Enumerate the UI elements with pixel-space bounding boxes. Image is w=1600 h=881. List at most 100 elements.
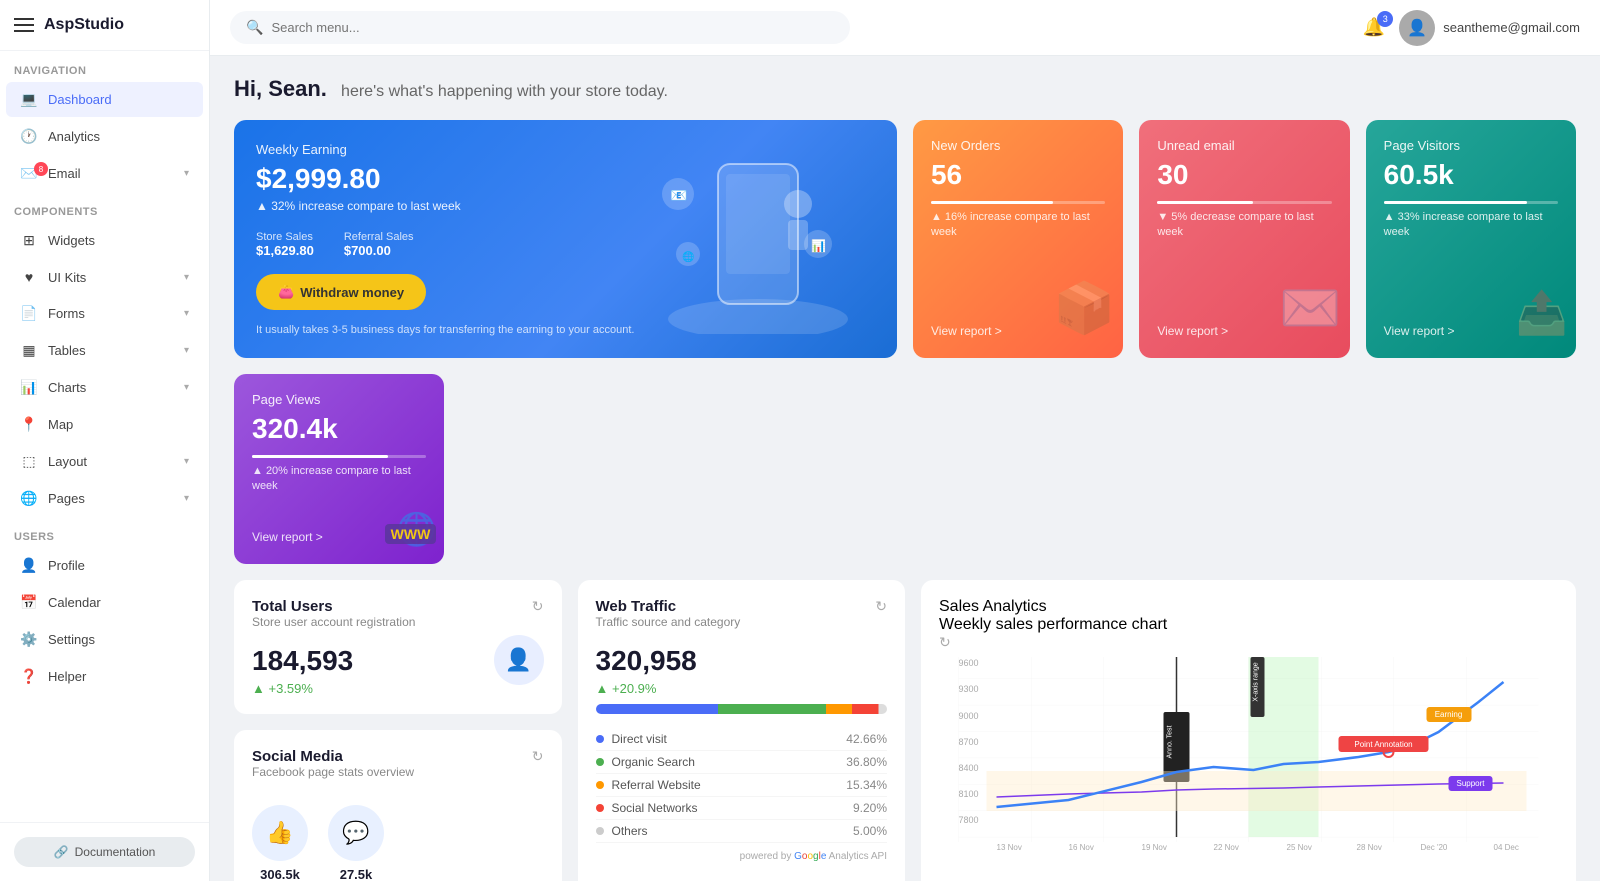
unread-email-change: ▼ 5% decrease compare to last week — [1157, 210, 1331, 241]
sidebar-item-analytics[interactable]: 🕐 Analytics — [6, 119, 203, 154]
sidebar-item-uikits[interactable]: ♥ UI Kits ▾ — [6, 260, 203, 294]
sidebar-header: AspStudio — [0, 0, 209, 51]
withdraw-button[interactable]: 👛 Withdraw money — [256, 274, 426, 310]
page-views-link[interactable]: View report > — [252, 530, 323, 544]
web-traffic-title: Web Traffic — [596, 598, 741, 615]
sidebar-item-helper[interactable]: ❓ Helper — [6, 659, 203, 694]
web-traffic-titles: Web Traffic Traffic source and category — [596, 598, 741, 641]
chevron-icon: ▾ — [184, 456, 189, 467]
notification-button[interactable]: 🔔 3 — [1363, 17, 1385, 38]
sidebar-item-dashboard[interactable]: 💻 Dashboard — [6, 82, 203, 117]
sidebar-item-widgets[interactable]: ⊞ Widgets — [6, 223, 203, 258]
new-orders-link[interactable]: View report > — [931, 324, 1002, 338]
sales-refresh[interactable]: ↻ — [939, 634, 951, 650]
web-traffic-refresh[interactable]: ↻ — [875, 598, 887, 615]
page-visitors-card: Page Visitors 60.5k ▲ 33% increase compa… — [1366, 120, 1576, 358]
analytics-icon: 🕐 — [20, 128, 38, 145]
sidebar-item-label: Calendar — [48, 595, 101, 610]
web-traffic-card: Web Traffic Traffic source and category … — [578, 580, 906, 881]
organic-pct: 36.80% — [846, 755, 887, 769]
sidebar-item-charts[interactable]: 📊 Charts ▾ — [6, 370, 203, 405]
sidebar-item-layout[interactable]: ⬚ Layout ▾ — [6, 444, 203, 479]
comment-icon: 💬 — [342, 820, 369, 846]
new-orders-value: 56 — [931, 159, 1105, 191]
map-icon: 📍 — [20, 416, 38, 433]
sidebar-item-calendar[interactable]: 📅 Calendar — [6, 585, 203, 620]
topbar: 🔍 🔔 3 👤 seantheme@gmail.com — [210, 0, 1600, 56]
sales-title: Sales Analytics — [939, 598, 1558, 616]
chevron-icon: ▾ — [184, 168, 189, 179]
total-users-titles: Total Users Store user account registrat… — [252, 598, 415, 641]
wallet-icon: 👛 — [278, 284, 294, 300]
sidebar-item-label: Helper — [48, 669, 86, 684]
sales-chart-svg: 9600 9300 9000 8700 8400 8100 7800 13 No… — [939, 652, 1558, 872]
up-icon: ▲ — [252, 681, 265, 696]
web-traffic-value: 320,958 — [596, 645, 888, 677]
page-visitors-bar-container — [1384, 201, 1558, 204]
search-input[interactable] — [271, 20, 834, 35]
search-bar[interactable]: 🔍 — [230, 11, 850, 44]
svg-text:13 Nov: 13 Nov — [997, 843, 1022, 852]
layout-icon: ⬚ — [20, 453, 38, 470]
page-views-bar — [252, 455, 388, 458]
withdraw-label: Withdraw money — [300, 285, 404, 300]
page-visitors-change: ▲ 33% increase compare to last week — [1384, 210, 1558, 241]
store-sales-label: Store Sales — [256, 231, 314, 243]
page-visitors-title: Page Visitors — [1384, 138, 1558, 153]
sidebar-footer: 🔗 Documentation — [0, 822, 209, 881]
sidebar-item-tables[interactable]: ▦ Tables ▾ — [6, 333, 203, 368]
svg-text:19 Nov: 19 Nov — [1142, 843, 1167, 852]
total-users-change-val: +3.59% — [269, 681, 313, 696]
legend-item-social: Social Networks 9.20% — [596, 797, 888, 820]
svg-text:28 Nov: 28 Nov — [1357, 843, 1382, 852]
sidebar-item-pages[interactable]: 🌐 Pages ▾ — [6, 481, 203, 516]
sales-analytics-card: Sales Analytics Weekly sales performance… — [921, 580, 1576, 881]
documentation-button[interactable]: 🔗 Documentation — [14, 837, 195, 867]
chevron-icon: ▾ — [184, 272, 189, 283]
sidebar-item-label: Forms — [48, 306, 85, 321]
helper-icon: ❓ — [20, 668, 38, 685]
unread-email-title: Unread email — [1157, 138, 1331, 153]
others-label: Others — [612, 824, 648, 838]
user-email: seantheme@gmail.com — [1443, 20, 1580, 35]
unread-email-link[interactable]: View report > — [1157, 324, 1228, 338]
left-col: Total Users Store user account registrat… — [234, 580, 562, 881]
social-label: Social Networks — [612, 801, 698, 815]
comments-value: 27.5k — [340, 867, 373, 881]
sidebar-item-forms[interactable]: 📄 Forms ▾ — [6, 296, 203, 331]
svg-text:25 Nov: 25 Nov — [1287, 843, 1312, 852]
traffic-legend: Direct visit 42.66% Organic Search 36.80… — [596, 728, 888, 843]
dashboard-icon: 💻 — [20, 91, 38, 108]
www-badge: WWW — [385, 524, 437, 544]
comments-icon-circle: 💬 — [328, 805, 384, 861]
profile-icon: 👤 — [20, 557, 38, 574]
svg-text:16 Nov: 16 Nov — [1069, 843, 1094, 852]
sidebar-item-profile[interactable]: 👤 Profile — [6, 548, 203, 583]
social-media-refresh[interactable]: ↻ — [532, 748, 544, 765]
greeting-subtitle: here's what's happening with your store … — [341, 83, 668, 100]
total-users-header: Total Users Store user account registrat… — [252, 598, 544, 641]
legend-item-organic: Organic Search 36.80% — [596, 751, 888, 774]
svg-text:7800: 7800 — [959, 815, 979, 825]
sidebar-item-map[interactable]: 📍 Map — [6, 407, 203, 442]
total-users-values: 184,593 ▲ +3.59% — [252, 645, 353, 696]
sidebar-item-label: Profile — [48, 558, 85, 573]
total-users-refresh[interactable]: ↻ — [532, 598, 544, 615]
sidebar-item-label: Widgets — [48, 233, 95, 248]
social-dot — [596, 804, 604, 812]
page-visitors-link[interactable]: View report > — [1384, 324, 1455, 338]
unread-email-bar-container — [1157, 201, 1331, 204]
social-media-subtitle: Facebook page stats overview — [252, 765, 414, 779]
svg-text:22 Nov: 22 Nov — [1214, 843, 1239, 852]
email-deco-icon: ✉️ — [1279, 279, 1341, 338]
others-pct: 5.00% — [853, 824, 887, 838]
referral-sales-label: Referral Sales — [344, 231, 414, 243]
sidebar-item-email[interactable]: ✉️ Email 8 ▾ — [6, 156, 203, 191]
orders-icon: 📦 — [1053, 279, 1115, 338]
user-info[interactable]: 👤 seantheme@gmail.com — [1399, 10, 1580, 46]
total-users-value: 184,593 — [252, 645, 353, 677]
hamburger-menu[interactable] — [14, 18, 34, 32]
sidebar-item-settings[interactable]: ⚙️ Settings — [6, 622, 203, 657]
unread-email-bar — [1157, 201, 1253, 204]
new-orders-card: New Orders 56 ▲ 16% increase compare to … — [913, 120, 1123, 358]
